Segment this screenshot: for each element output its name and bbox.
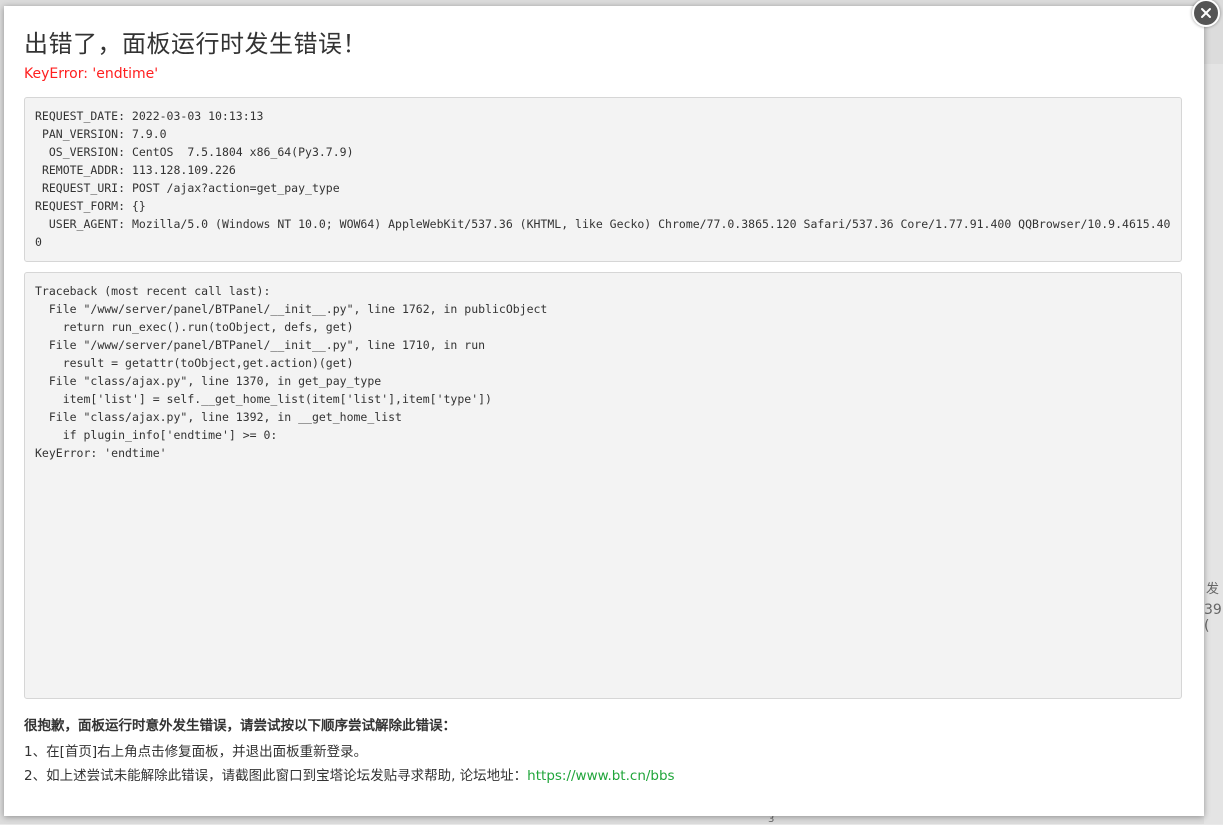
help-section: 很抱歉，面板运行时意外发生错误，请尝试按以下顺序尝试解除此错误： 1、在[首页]… — [24, 716, 675, 788]
request-info-line: REMOTE_ADDR: 113.128.109.226 — [35, 163, 236, 177]
close-button[interactable] — [1192, 0, 1220, 27]
dialog-title: 出错了，面板运行时发生错误！ — [24, 30, 367, 58]
close-icon — [1201, 8, 1211, 18]
traceback-line: KeyError: 'endtime' — [35, 446, 167, 460]
help-step-2: 2、如上述尝试未能解除此错误，请截图此窗口到宝塔论坛发贴寻求帮助, 论坛地址：h… — [24, 764, 675, 788]
traceback-line: Traceback (most recent call last): — [35, 284, 271, 298]
traceback-line: File "class/ajax.py", line 1370, in get_… — [35, 374, 382, 388]
error-message: KeyError: 'endtime' — [24, 66, 159, 82]
request-info-line: USER_AGENT: Mozilla/5.0 (Windows NT 10.0… — [35, 217, 1171, 249]
request-info-line: REQUEST_DATE: 2022-03-03 10:13:13 — [35, 109, 264, 123]
request-info-line: REQUEST_URI: POST /ajax?action=get_pay_t… — [35, 181, 340, 195]
request-info-line: PAN_VERSION: 7.9.0 — [35, 127, 167, 141]
background-text-1: 发 — [1206, 582, 1220, 597]
background-text-2: 39 ( — [1204, 602, 1222, 634]
help-heading: 很抱歉，面板运行时意外发生错误，请尝试按以下顺序尝试解除此错误： — [24, 718, 456, 734]
help-step-2-text: 2、如上述尝试未能解除此错误，请截图此窗口到宝塔论坛发贴寻求帮助, 论坛地址： — [24, 768, 528, 784]
traceback-line: File "/www/server/panel/BTPanel/__init__… — [35, 338, 486, 352]
traceback-box: Traceback (most recent call last): File … — [24, 272, 1182, 699]
help-step-1: 1、在[首页]右上角点击修复面板，并退出面板重新登录。 — [24, 744, 368, 760]
traceback-line: return run_exec().run(toObject, defs, ge… — [35, 320, 354, 334]
error-dialog: 出错了，面板运行时发生错误！ KeyError: 'endtime' REQUE… — [4, 0, 1220, 816]
traceback-line: result = getattr(toObject,get.action)(ge… — [35, 356, 354, 370]
forum-link[interactable]: https://www.bt.cn/bbs — [527, 768, 674, 784]
request-info-line: OS_VERSION: CentOS 7.5.1804 x86_64(Py3.7… — [35, 145, 354, 159]
request-info-line: REQUEST_FORM: {} — [35, 199, 146, 213]
traceback-line: item['list'] = self.__get_home_list(item… — [35, 392, 492, 406]
request-info-box: REQUEST_DATE: 2022-03-03 10:13:13 PAN_VE… — [24, 97, 1182, 262]
background-panel-strip — [1204, 64, 1223, 824]
traceback-line: File "class/ajax.py", line 1392, in __ge… — [35, 410, 402, 424]
traceback-line: if plugin_info['endtime'] >= 0: — [35, 428, 278, 442]
traceback-line: File "/www/server/panel/BTPanel/__init__… — [35, 302, 548, 316]
